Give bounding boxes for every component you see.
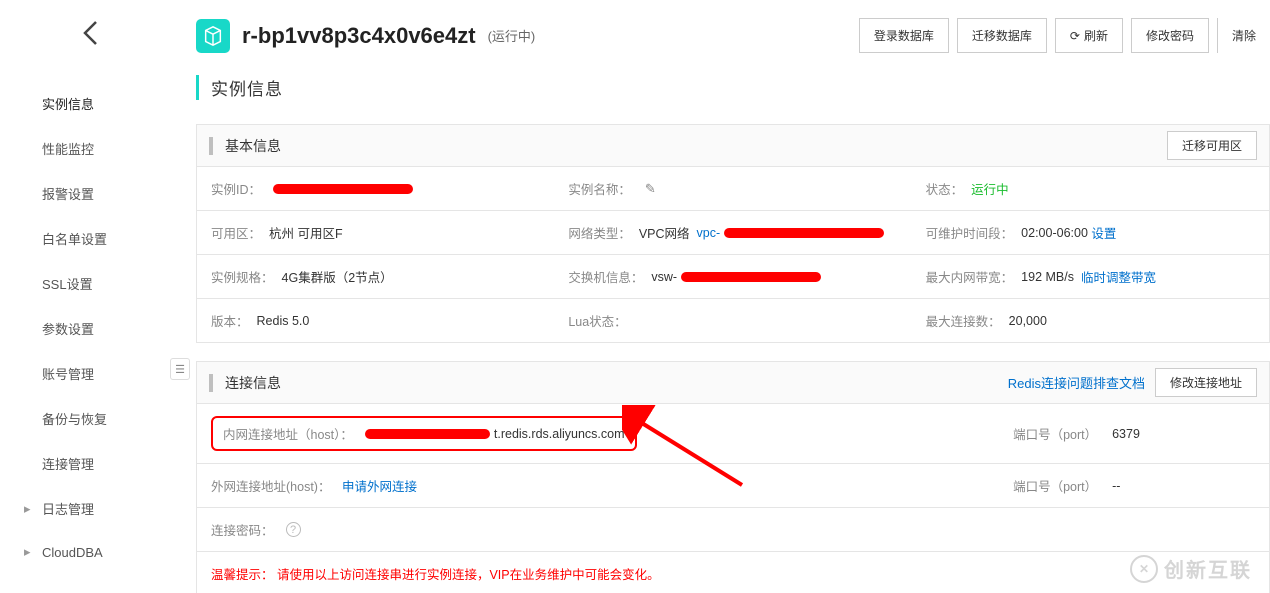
sidebar-item-label: 备份与恢复: [42, 409, 107, 428]
internet-host-label: 外网连接地址(host)：: [211, 476, 330, 495]
watermark-logo-icon: ✕: [1130, 555, 1158, 583]
sidebar-item-label: SSL设置: [42, 274, 93, 293]
clear-button[interactable]: 清除: [1217, 18, 1270, 53]
refresh-button[interactable]: ⟳ 刷新: [1055, 18, 1123, 53]
sidebar-item-clouddba[interactable]: ▸ CloudDBA: [0, 531, 180, 573]
panel-bar: [209, 374, 213, 392]
conn-pwd-label: 连接密码：: [211, 520, 274, 539]
title-status: (运行中): [488, 26, 536, 45]
sidebar-item-label: 报警设置: [42, 184, 94, 203]
redacted: [681, 272, 821, 282]
apply-internet-link[interactable]: 申请外网连接: [342, 476, 417, 495]
adjust-bw-link[interactable]: 临时调整带宽: [1081, 267, 1156, 286]
sidebar-item-alarm[interactable]: 报警设置: [0, 171, 180, 216]
watermark: ✕ 创新互联: [1130, 554, 1252, 583]
redacted: [365, 429, 490, 439]
intranet-host-highlight: 内网连接地址（host）： t.redis.rds.aliyuncs.com: [211, 416, 637, 451]
status-value: 运行中: [971, 179, 1009, 198]
collapse-sidebar-icon[interactable]: ☰: [170, 358, 190, 380]
vpc-link[interactable]: vpc-: [697, 226, 721, 240]
section-title: 实例信息: [196, 75, 1270, 100]
chevron-right-icon: ▸: [24, 544, 34, 560]
migrate-db-button[interactable]: 迁移数据库: [957, 18, 1047, 53]
chevron-right-icon: ▸: [24, 501, 34, 517]
watermark-text: 创新互联: [1164, 554, 1252, 583]
sidebar-item-whitelist[interactable]: 白名单设置: [0, 216, 180, 261]
panel-title: 基本信息: [225, 136, 281, 156]
intranet-host-label: 内网连接地址（host）：: [223, 424, 353, 443]
instance-icon: [196, 19, 230, 53]
port-internet-value: --: [1112, 479, 1120, 493]
sidebar-item-label: 参数设置: [42, 319, 94, 338]
max-bw-value: 192 MB/s: [1021, 270, 1074, 284]
max-bw-label: 最大内网带宽：: [926, 267, 1014, 286]
sidebar-item-label: 实例信息: [42, 94, 94, 113]
change-password-button[interactable]: 修改密码: [1131, 18, 1209, 53]
sidebar-item-instance-info[interactable]: 实例信息: [0, 81, 180, 126]
back-icon[interactable]: [0, 0, 180, 81]
sidebar-item-performance[interactable]: 性能监控: [0, 126, 180, 171]
spec-value: 4G集群版（2节点）: [282, 267, 393, 286]
zone-value: 杭州 可用区F: [269, 223, 343, 242]
sidebar-item-label: CloudDBA: [42, 545, 103, 560]
spec-label: 实例规格：: [211, 267, 274, 286]
help-icon[interactable]: ?: [286, 522, 301, 537]
instance-id-label: 实例ID：: [211, 179, 261, 198]
sidebar-item-logs[interactable]: ▸ 日志管理: [0, 486, 180, 531]
login-db-button[interactable]: 登录数据库: [859, 18, 949, 53]
instance-name-label: 实例名称：: [568, 179, 631, 198]
refresh-icon: ⟳: [1070, 29, 1080, 43]
maint-value: 02:00-06:00: [1021, 226, 1088, 240]
port-label: 端口号（port）: [1013, 424, 1097, 443]
version-value: Redis 5.0: [257, 314, 310, 328]
sidebar-item-params[interactable]: 参数设置: [0, 306, 180, 351]
port-label: 端口号（port）: [1013, 476, 1097, 495]
lua-label: Lua状态：: [568, 311, 626, 330]
basic-info-panel: 基本信息 迁移可用区 实例ID： 实例名称： ✎ 状态： 运行中 可用区： 杭州 可用…: [196, 124, 1270, 343]
port-intranet-value: 6379: [1112, 427, 1140, 441]
panel-bar: [209, 137, 213, 155]
sidebar-item-accounts[interactable]: 账号管理: [0, 351, 180, 396]
redacted: [273, 184, 413, 194]
panel-title: 连接信息: [225, 373, 281, 393]
vswitch-prefix: vsw-: [651, 270, 677, 284]
status-label: 状态：: [926, 179, 964, 198]
conn-info-panel: 连接信息 Redis连接问题排查文档 修改连接地址 内网连接地址（host）： …: [196, 361, 1270, 593]
sidebar-item-label: 日志管理: [42, 499, 94, 518]
edit-icon[interactable]: ✎: [645, 181, 656, 197]
refresh-label: 刷新: [1084, 29, 1108, 43]
sidebar-item-label: 连接管理: [42, 454, 94, 473]
redacted: [724, 228, 884, 238]
migrate-az-button[interactable]: 迁移可用区: [1167, 131, 1257, 160]
network-type-label: 网络类型：: [568, 223, 631, 242]
vswitch-label: 交换机信息：: [568, 267, 643, 286]
edit-conn-button[interactable]: 修改连接地址: [1155, 368, 1257, 397]
zone-label: 可用区：: [211, 223, 261, 242]
intranet-host-suffix: t.redis.rds.aliyuncs.com: [494, 427, 625, 441]
sidebar-item-label: 白名单设置: [42, 229, 107, 248]
sidebar-item-conn-manage[interactable]: 连接管理: [0, 441, 180, 486]
max-conn-label: 最大连接数：: [926, 311, 1001, 330]
sidebar-item-ssl[interactable]: SSL设置: [0, 261, 180, 306]
sidebar-item-backup[interactable]: 备份与恢复: [0, 396, 180, 441]
sidebar-item-label: 账号管理: [42, 364, 94, 383]
maint-set-link[interactable]: 设置: [1091, 223, 1116, 242]
page-title: r-bp1vv8p3c4x0v6e4zt: [242, 23, 476, 49]
max-conn-value: 20,000: [1009, 314, 1047, 328]
conn-hint: 温馨提示： 请使用以上访问连接串进行实例连接，VIP在业务维护中可能会变化。: [197, 552, 1269, 593]
network-type-value: VPC网络: [639, 223, 690, 242]
maint-label: 可维护时间段：: [926, 223, 1014, 242]
version-label: 版本：: [211, 311, 249, 330]
redis-troubleshoot-link[interactable]: Redis连接问题排查文档: [1008, 373, 1145, 392]
sidebar-item-label: 性能监控: [42, 139, 94, 158]
